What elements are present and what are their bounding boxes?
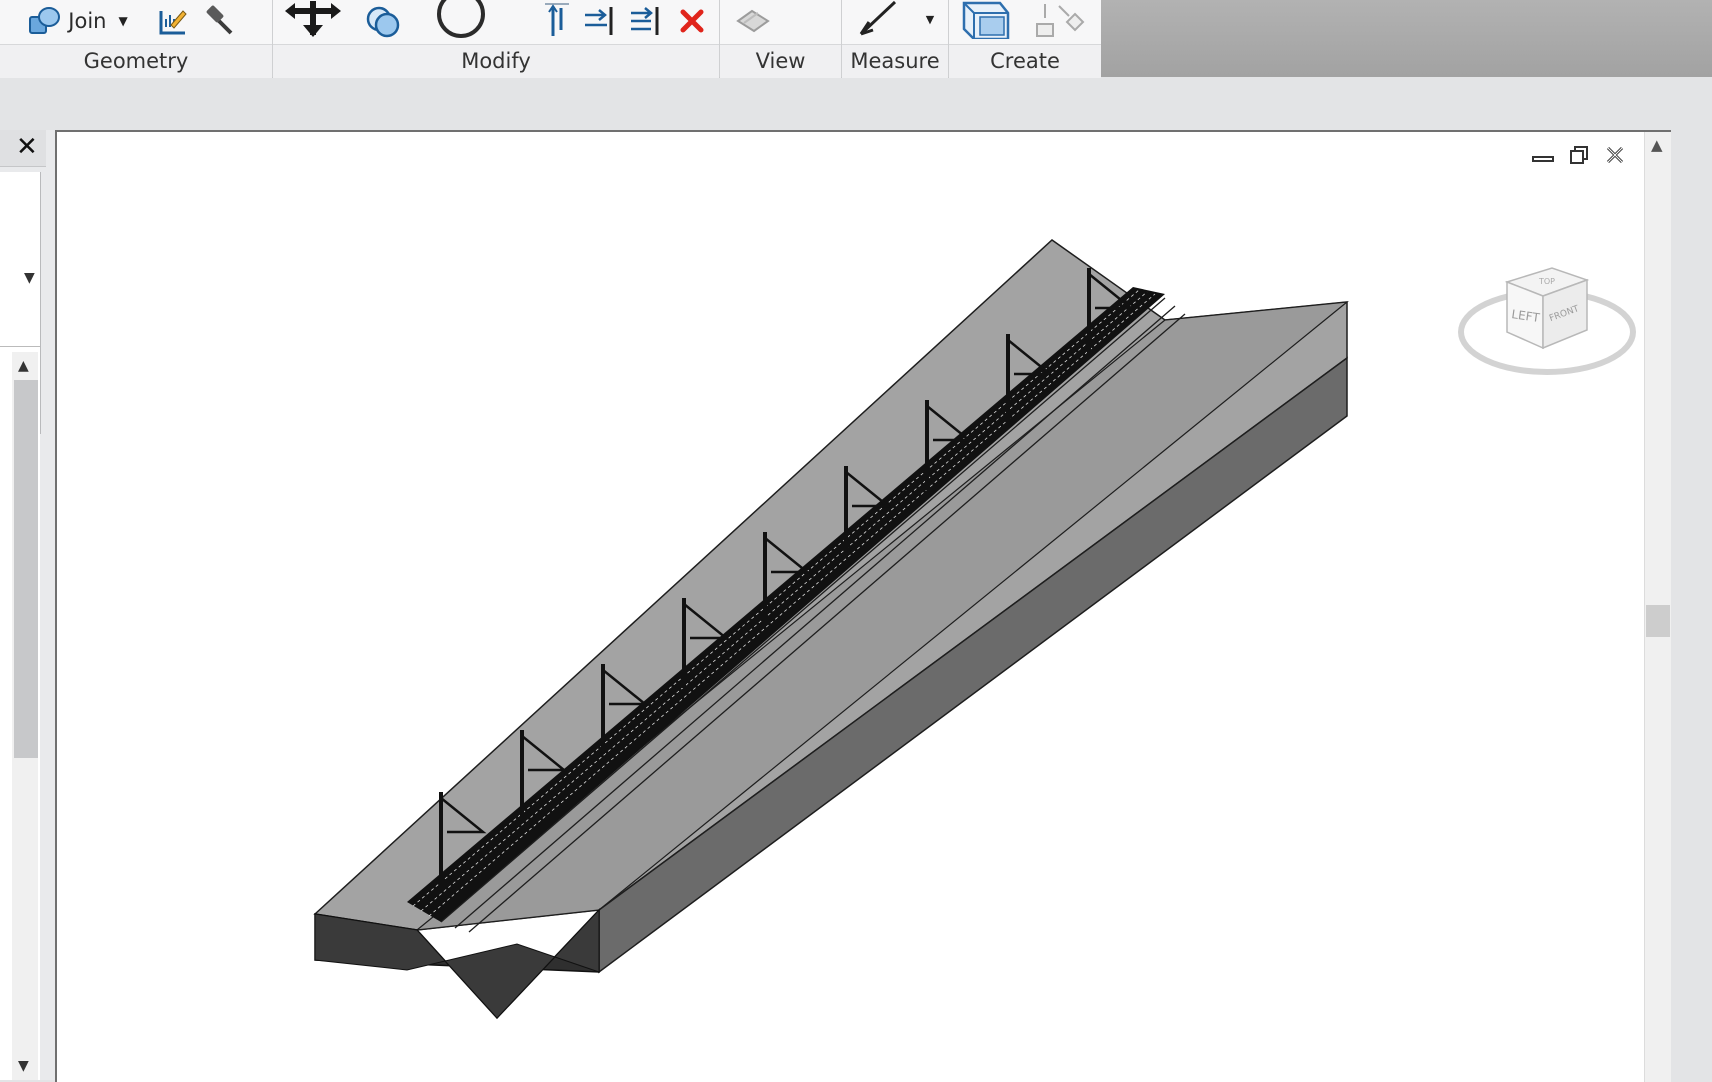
ribbon: Join ▼ Geometry Modify View ▼ Measure Cr… (0, 0, 1102, 78)
copy-icon (363, 3, 403, 39)
join-icon (28, 5, 62, 37)
rotate-icon (433, 0, 489, 38)
panel-measure: ▼ Measure (842, 0, 949, 78)
offset-button[interactable] (627, 2, 663, 40)
assembly-icon (960, 0, 1024, 39)
panel-view: View (720, 0, 842, 78)
wall-joins-button[interactable] (156, 2, 190, 40)
chevron-down-icon[interactable]: ▼ (18, 1058, 29, 1074)
chevron-up-icon[interactable]: ▲ (18, 358, 29, 374)
create-assembly-button[interactable] (959, 0, 1025, 39)
chevron-down-icon: ▼ (925, 12, 935, 26)
move-button[interactable] (285, 0, 341, 38)
panel-label-measure[interactable]: Measure (842, 44, 948, 78)
chevron-down-icon[interactable]: ▼ (24, 270, 35, 286)
view-scroll-thumb[interactable] (1646, 605, 1670, 637)
join-button[interactable]: Join ▼ (22, 2, 134, 40)
eraser-icon (734, 5, 774, 37)
split-element-button[interactable] (581, 2, 617, 40)
copy-button[interactable] (363, 2, 403, 40)
divider (0, 346, 40, 347)
panel-modify: Modify (273, 0, 720, 78)
chevron-down-icon[interactable]: ▼ (118, 14, 127, 28)
restore-button[interactable] (1567, 146, 1591, 168)
delete-x-icon (678, 7, 706, 35)
3d-view-window[interactable]: TOP LEFT FRONT ▲ (55, 130, 1671, 1082)
split-icon (583, 5, 615, 37)
chevron-up-icon[interactable]: ▲ (1651, 136, 1663, 154)
close-window-button[interactable] (1603, 146, 1627, 168)
close-icon (1605, 145, 1625, 169)
properties-list[interactable]: ▲ ▼ (0, 352, 40, 1080)
hide-element-button[interactable] (732, 2, 776, 40)
properties-palette: ✕ ▼ rpe ▲ ▼ (0, 130, 55, 1080)
measure-icon (857, 0, 907, 38)
viewcube-face-top[interactable]: TOP (1538, 277, 1555, 286)
panel-label-geometry[interactable]: Geometry (0, 44, 272, 78)
viewcube[interactable]: TOP LEFT FRONT (1457, 252, 1637, 396)
rotate-button[interactable] (433, 0, 489, 38)
options-bar (0, 78, 1712, 130)
demolish-button[interactable] (202, 2, 236, 40)
panel-geometry: Join ▼ Geometry (0, 0, 273, 78)
trim-extend-button[interactable] (539, 0, 575, 38)
minimize-icon (1532, 148, 1554, 167)
ribbon-empty-area (1101, 0, 1712, 77)
trim-extend-icon (541, 0, 573, 38)
viewcube-graphic[interactable]: TOP LEFT FRONT (1457, 252, 1637, 392)
minimize-button[interactable] (1531, 146, 1555, 168)
view-window-controls (1531, 146, 1627, 168)
hammer-icon (203, 5, 235, 37)
properties-scroll-thumb[interactable] (14, 380, 38, 758)
view-vertical-scrollbar[interactable]: ▲ (1644, 132, 1671, 1082)
panel-label-modify[interactable]: Modify (273, 44, 719, 78)
parts-icon (1031, 4, 1087, 38)
delete-button[interactable] (675, 2, 709, 40)
wall-joins-icon (157, 5, 189, 37)
offset-icon (629, 5, 661, 37)
railway-corridor-model[interactable] (57, 132, 1645, 1082)
panel-create: Create (949, 0, 1102, 78)
properties-header: ✕ (0, 130, 46, 167)
measure-button[interactable] (852, 0, 912, 38)
restore-icon (1569, 145, 1589, 169)
join-label: Join (68, 9, 107, 33)
close-icon[interactable]: ✕ (16, 132, 38, 162)
move-icon (285, 1, 341, 37)
panel-label-view[interactable]: View (720, 44, 841, 78)
panel-label-create[interactable]: Create (949, 44, 1101, 78)
create-parts-button[interactable] (1029, 2, 1089, 40)
measure-dropdown[interactable]: ▼ (920, 0, 940, 38)
